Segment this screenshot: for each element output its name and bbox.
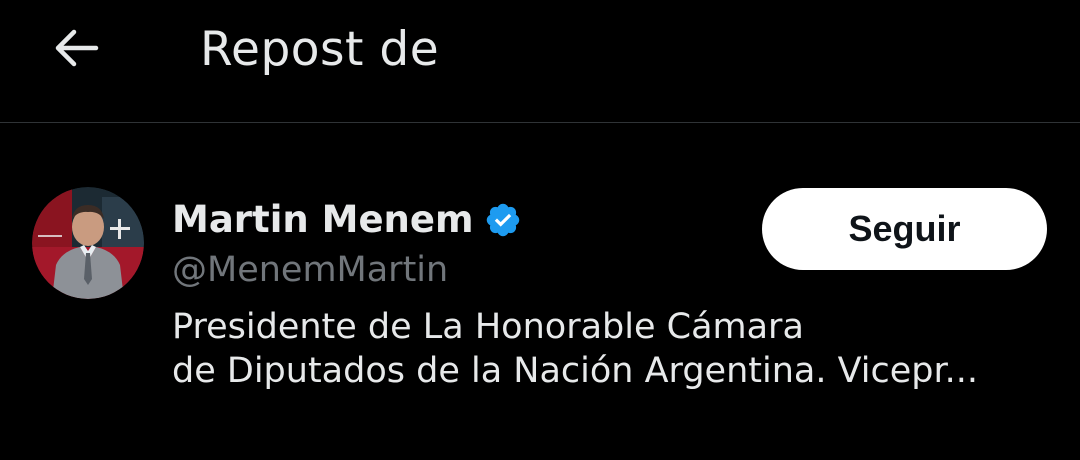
display-name[interactable]: Martin Menem <box>172 197 522 243</box>
avatar[interactable] <box>32 187 144 299</box>
top-bar: Repost de <box>0 0 1080 122</box>
bio-line: Presidente de La Honorable Cámara <box>172 307 804 347</box>
back-button[interactable] <box>40 18 112 78</box>
arrow-left-icon <box>55 29 99 67</box>
user-bio: Presidente de La Honorable Cámara de Dip… <box>172 305 1052 393</box>
user-handle[interactable]: @MenemMartin <box>172 247 448 293</box>
bio-line: de Diputados de la Nación Argentina. Vic… <box>172 351 979 391</box>
verified-badge-icon <box>486 203 519 237</box>
follow-button[interactable]: Seguir <box>762 188 1047 270</box>
display-name-text: Martin Menem <box>172 198 474 241</box>
user-cell[interactable]: Martin Menem @MenemMartin Presidente de … <box>0 123 1080 460</box>
page-title: Repost de <box>200 22 440 77</box>
avatar-image <box>32 187 144 299</box>
